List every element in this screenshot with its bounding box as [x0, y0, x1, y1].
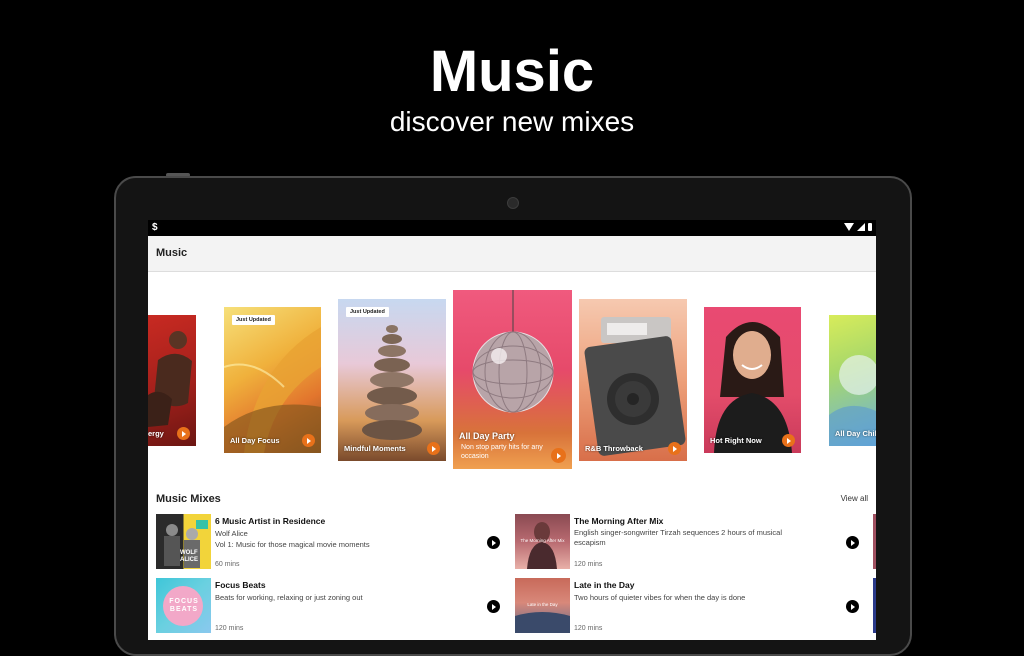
- leaf-illustration: [224, 327, 321, 453]
- landscape-illustration: [829, 355, 876, 446]
- camera-icon: [507, 197, 519, 209]
- app-bar-title: Music: [156, 247, 188, 259]
- mix-item[interactable]: The Morning After Mix The Morning After …: [515, 514, 861, 570]
- runner-illustration: [148, 331, 192, 427]
- thumb-text: The Morning After Mix: [520, 538, 565, 543]
- carousel-card-mindful-moments[interactable]: Just Updated Mindful Moments: [338, 299, 446, 461]
- card-label: All Day Focus: [230, 436, 280, 445]
- mix-item[interactable]: Late in the Day Late in the Day Two hour…: [515, 578, 861, 634]
- card-label: Mindful Moments: [344, 444, 406, 453]
- play-icon[interactable]: [427, 442, 440, 455]
- mix-item[interactable]: WOLF ALICE 6 Music Artist in Residence W…: [156, 514, 504, 570]
- mix-subtitle: Vol 1: Music for those magical movie mom…: [215, 540, 370, 549]
- wifi-icon: [844, 223, 854, 231]
- play-icon[interactable]: [846, 600, 859, 613]
- card-label: All Day Party: [459, 431, 515, 441]
- artist-portrait-illustration: [714, 322, 792, 453]
- play-icon[interactable]: [846, 536, 859, 549]
- thumb-text: Late in the Day: [527, 602, 558, 607]
- carousel-card-rnb-throwback[interactable]: R&B Throwback: [579, 299, 687, 461]
- app-screen: $ Music ergy Just Updated All Day Focus: [148, 220, 876, 640]
- play-icon[interactable]: [487, 536, 500, 549]
- stone-stack-illustration: [362, 325, 422, 440]
- signal-icon: [857, 223, 865, 231]
- just-updated-badge: Just Updated: [346, 307, 389, 317]
- thumb-text: WOLF ALICE: [180, 550, 198, 563]
- mix-thumbnail: Late in the Day: [515, 578, 570, 633]
- play-icon[interactable]: [302, 434, 315, 447]
- disco-ball-illustration: [472, 290, 554, 413]
- carousel-card-all-day-focus[interactable]: Just Updated All Day Focus: [224, 307, 321, 453]
- mix-duration: 120 mins: [215, 625, 244, 632]
- music-mixes-heading: Music Mixes: [156, 493, 221, 505]
- battery-icon: [868, 223, 872, 231]
- card-label: R&B Throwback: [585, 444, 643, 453]
- mix-thumbnail: FOCUS BEATS: [156, 578, 211, 633]
- promo-subtitle: discover new mixes: [389, 106, 635, 137]
- status-notification-icon: $: [152, 222, 158, 233]
- mix-duration: 120 mins: [574, 561, 603, 568]
- mix-thumbnail: The Morning After Mix: [515, 514, 570, 569]
- play-icon[interactable]: [668, 442, 681, 455]
- mix-duration: 120 mins: [574, 625, 603, 632]
- carousel-card-hot-right-now[interactable]: Hot Right Now: [704, 307, 801, 453]
- play-icon[interactable]: [551, 448, 566, 463]
- status-bar: $: [148, 220, 876, 236]
- mix-title: Late in the Day: [574, 580, 635, 590]
- carousel-card-all-day-party[interactable]: All Day Party Non stop party hits for an…: [453, 290, 572, 469]
- boombox-illustration: [584, 317, 686, 456]
- view-all-link[interactable]: View all: [841, 494, 868, 503]
- mix-thumbnail-peek: [873, 578, 876, 633]
- play-icon[interactable]: [487, 600, 500, 613]
- mix-artist: Wolf Alice: [215, 529, 248, 538]
- mix-duration: 60 mins: [215, 561, 240, 568]
- just-updated-badge: Just Updated: [232, 315, 275, 325]
- app-bar: Music: [148, 236, 876, 272]
- mix-title: 6 Music Artist in Residence: [215, 516, 326, 526]
- card-label: Hot Right Now: [710, 436, 762, 445]
- mix-title: Focus Beats: [215, 580, 266, 590]
- mix-thumbnail: WOLF ALICE: [156, 514, 211, 569]
- mix-thumbnail-peek: [873, 514, 876, 569]
- card-description: Non stop party hits for any occasion: [461, 444, 543, 460]
- card-label: ergy: [148, 429, 164, 438]
- thumb-text: FOCUS BEATS: [169, 598, 199, 613]
- promo-title: Music: [429, 39, 595, 104]
- play-icon[interactable]: [177, 427, 190, 440]
- carousel-card-energy[interactable]: ergy: [148, 315, 196, 446]
- mix-item[interactable]: FOCUS BEATS Focus Beats Beats for workin…: [156, 578, 504, 634]
- mix-description: English singer-songwriter Tirzah sequenc…: [574, 528, 783, 547]
- card-label: All Day Chill: [835, 429, 876, 438]
- carousel-card-all-day-chill[interactable]: All Day Chill: [829, 315, 876, 446]
- mix-description: Two hours of quieter vibes for when the …: [574, 593, 746, 602]
- mix-description: Beats for working, relaxing or just zoni…: [215, 593, 363, 602]
- mix-title: The Morning After Mix: [574, 516, 664, 526]
- play-icon[interactable]: [782, 434, 795, 447]
